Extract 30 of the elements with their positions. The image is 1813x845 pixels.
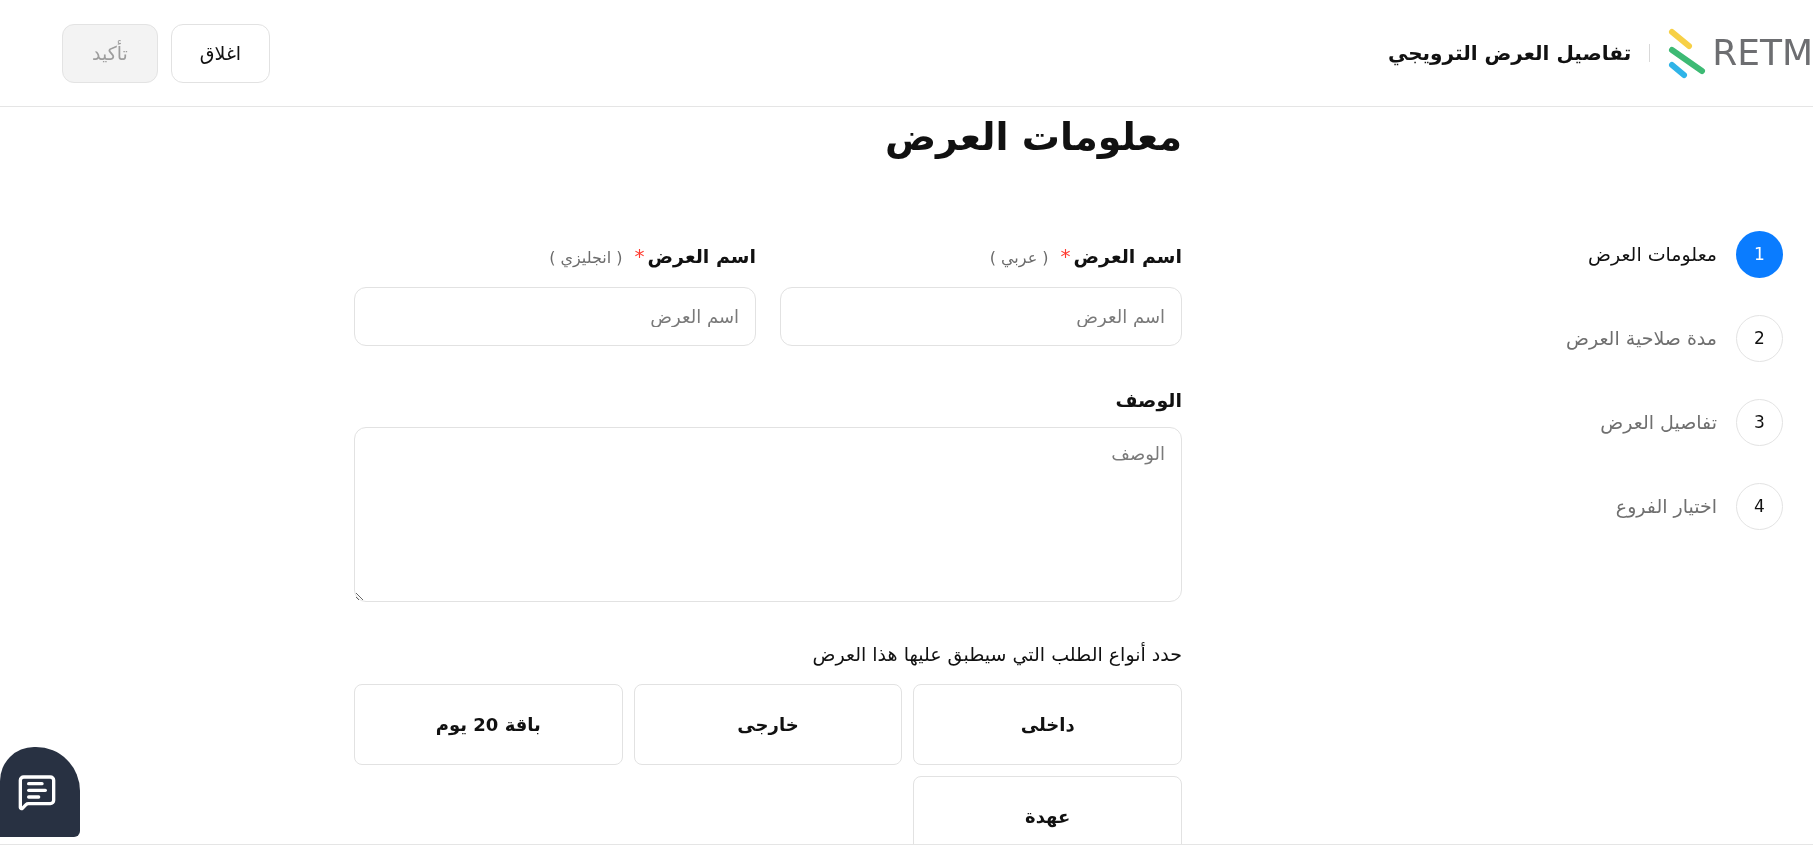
order-types-label: حدد أنواع الطلب التي سيطبق عليها هذا العرض <box>811 641 1182 668</box>
language-hint: ( عربي ) <box>989 247 1049 270</box>
language-hint: ( انجليزي ) <box>549 247 623 270</box>
name-input[interactable]: اسم العرض <box>354 287 756 346</box>
field-label: اسم العرض <box>647 244 756 270</box>
chat-button[interactable] <box>0 747 80 837</box>
brand-name: RETM <box>1712 35 1813 71</box>
required-mark: * <box>634 243 645 270</box>
step-label[interactable]: معلومات العرض <box>1587 240 1717 269</box>
step-label[interactable]: تفاصيل العرض <box>1600 408 1717 437</box>
logo-icon <box>1668 27 1707 79</box>
step-label[interactable]: اختيار الفروع <box>1615 492 1717 521</box>
chat-icon <box>17 772 57 812</box>
description-input[interactable]: الوصف <box>354 426 1182 602</box>
order-type-option[interactable]: باقة 20 يوم <box>354 684 623 765</box>
close-button[interactable]: اغلاق <box>171 23 270 83</box>
order-type-option[interactable]: عهدة <box>913 776 1182 844</box>
required-mark: * <box>1060 243 1071 270</box>
field-label: الوصف <box>1114 388 1182 414</box>
step-label[interactable]: مدة صلاحية العرض <box>1566 324 1717 353</box>
field-label: اسم العرض <box>1073 244 1182 270</box>
step-number: 4 <box>1736 483 1783 530</box>
name-input[interactable]: اسم العرض <box>780 287 1182 346</box>
step-number: 3 <box>1736 399 1783 446</box>
step-number: 1 <box>1736 231 1783 278</box>
section-heading: معلومات العرض <box>883 114 1182 161</box>
step-number: 2 <box>1736 315 1783 362</box>
order-type-option[interactable]: خارجى <box>633 684 903 765</box>
order-type-option[interactable]: داخلى <box>913 684 1182 765</box>
page-title: تفاصيل العرض الترويجي <box>1387 40 1632 68</box>
